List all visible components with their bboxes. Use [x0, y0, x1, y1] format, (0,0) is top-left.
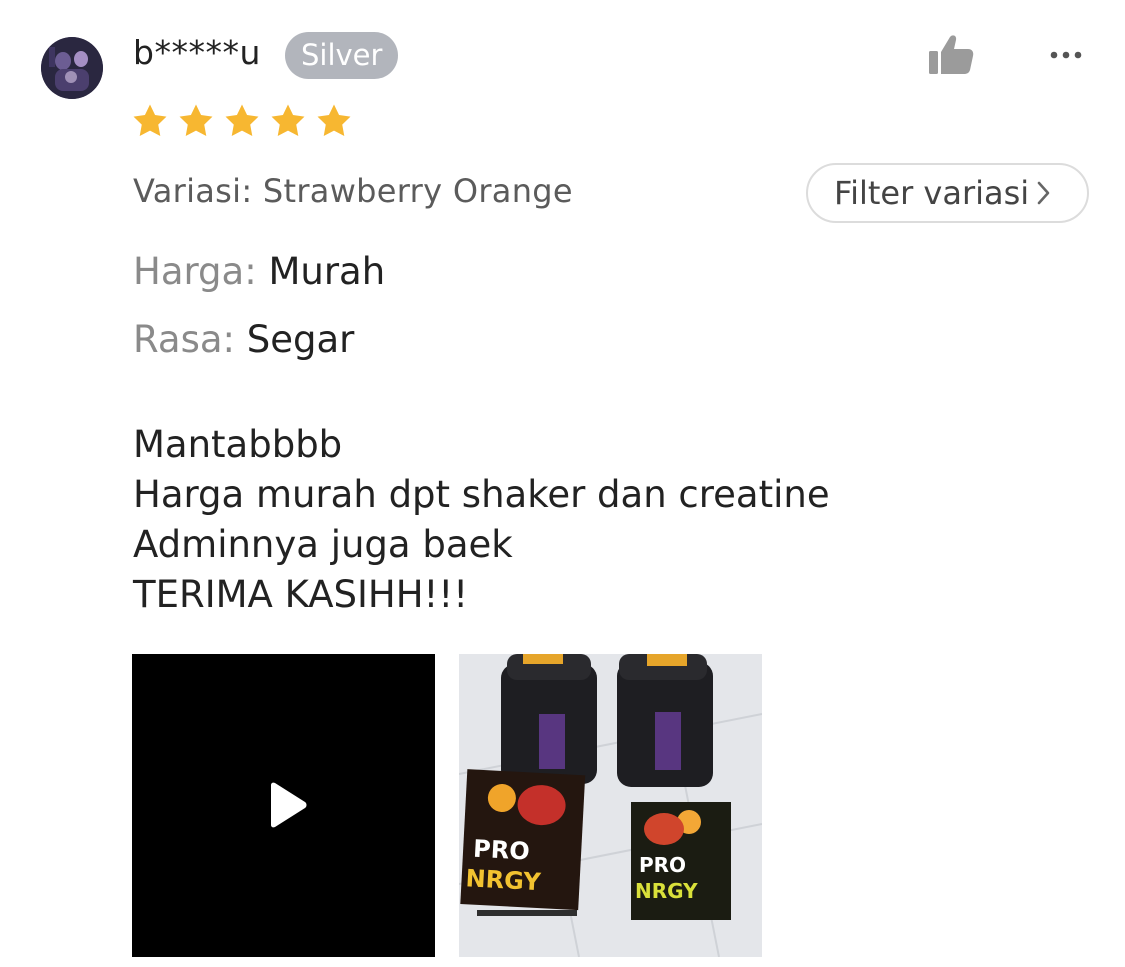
product-box-text: PRO — [472, 835, 530, 866]
product-box-text: NRGY — [635, 879, 698, 903]
review-card: b*****u Silver Variasi: Strawberry Orang… — [0, 0, 1125, 967]
attribute-value: Segar — [246, 318, 355, 361]
avatar-image — [41, 37, 103, 99]
play-icon — [271, 782, 307, 828]
star-icon — [133, 104, 167, 137]
member-tier-badge: Silver — [285, 32, 399, 79]
product-box-text: PRO — [639, 853, 686, 877]
attribute-key: Harga: — [133, 250, 257, 293]
star-icon — [225, 104, 259, 137]
product-photo: PRO NRGY PRO NRGY — [459, 654, 762, 957]
attribute-taste: Rasa: Segar — [133, 318, 354, 361]
star-icon — [317, 104, 351, 137]
star-rating — [131, 102, 353, 140]
filter-variation-label: Filter variasi — [834, 174, 1030, 212]
chevron-right-icon — [1037, 181, 1050, 205]
reviewer-name[interactable]: b*****u — [133, 33, 261, 72]
filter-variation-button[interactable]: Filter variasi — [806, 163, 1089, 223]
review-comment: Mantabbbb Harga murah dpt shaker dan cre… — [133, 420, 830, 620]
more-horizontal-icon[interactable] — [1046, 44, 1086, 66]
product-box-text: NRGY — [465, 864, 542, 896]
comment-line: Adminnya juga baek — [133, 523, 513, 566]
star-icon — [271, 104, 305, 137]
comment-line: TERIMA KASIHH!!! — [133, 573, 469, 616]
comment-line: Harga murah dpt shaker dan creatine — [133, 473, 830, 516]
star-icon — [179, 104, 213, 137]
attribute-key: Rasa: — [133, 318, 235, 361]
review-video-thumbnail[interactable] — [132, 654, 435, 957]
comment-line: Mantabbbb — [133, 423, 343, 466]
attribute-value: Murah — [268, 250, 386, 293]
attribute-price: Harga: Murah — [133, 250, 385, 293]
variation-label: Variasi: Strawberry Orange — [133, 172, 573, 210]
avatar[interactable] — [41, 37, 103, 99]
thumbs-up-icon[interactable] — [926, 32, 976, 76]
review-photo-thumbnail[interactable]: PRO NRGY PRO NRGY — [459, 654, 762, 957]
